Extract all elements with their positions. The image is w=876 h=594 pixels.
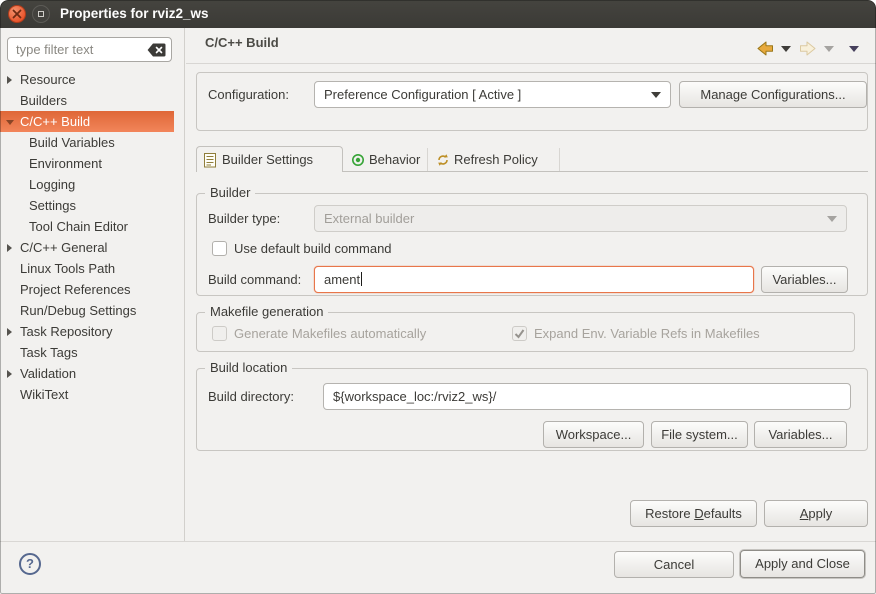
builder-type-label: Builder type: [208,205,280,232]
text-cursor [361,272,362,286]
build-location-legend: Build location [205,360,292,375]
expand-env-refs-label: Expand Env. Variable Refs in Makefiles [534,326,760,342]
configuration-label: Configuration: [208,81,289,108]
target-icon [351,153,365,170]
header-divider [186,63,876,64]
configuration-select[interactable]: Preference Configuration [ Active ] [314,81,671,108]
use-default-build-command-label: Use default build command [234,241,392,257]
apply-button[interactable]: Apply [764,500,868,527]
sidebar-item-task-repository[interactable]: Task Repository [0,321,174,342]
checkmark-icon [513,327,526,340]
footer-divider [0,541,876,542]
apply-and-close-button[interactable]: Apply and Close [740,550,865,578]
refresh-icon [436,153,450,170]
sidebar-item-cpp-build[interactable]: C/C++ Build [0,111,174,132]
build-command-label: Build command: [208,266,301,293]
page-title: C/C++ Build [205,35,279,50]
forward-arrow-icon [799,41,817,56]
sidebar-item-linux-tools-path[interactable]: Linux Tools Path [0,258,174,279]
use-default-build-command-checkbox[interactable] [212,241,227,256]
help-button[interactable]: ? [19,553,41,575]
sidebar-item-run-debug-settings[interactable]: Run/Debug Settings [0,300,174,321]
filter-clear-icon[interactable] [147,43,166,57]
sidebar-divider [184,28,185,541]
expand-env-refs-checkbox [512,326,527,341]
sidebar-item-cpp-general[interactable]: C/C++ General [0,237,174,258]
sidebar-item-wikitext[interactable]: WikiText [0,384,174,405]
back-arrow-icon [756,41,774,56]
makefile-generation-legend: Makefile generation [205,304,328,319]
generate-makefiles-checkbox [212,326,227,341]
workspace-button[interactable]: Workspace... [543,421,644,448]
build-directory-input[interactable]: ${workspace_loc:/rviz2_ws}/ [323,383,851,410]
nav-forward-button[interactable] [799,41,817,61]
dropdown-caret-icon [827,216,837,222]
restore-defaults-button[interactable]: Restore Defaults [630,500,757,527]
expand-arrow-icon[interactable] [6,237,16,258]
build-directory-variables-button[interactable]: Variables... [754,421,847,448]
sidebar-item-environment[interactable]: Environment [0,153,174,174]
forward-history-caret-icon[interactable] [824,46,834,52]
configuration-group: Configuration: Preference Configuration … [196,72,868,131]
collapse-arrow-icon[interactable] [6,111,16,132]
titlebar[interactable]: Properties for rviz2_ws [0,0,876,28]
sidebar-item-logging[interactable]: Logging [0,174,174,195]
sidebar-item-build-variables[interactable]: Build Variables [0,132,174,153]
expand-arrow-icon[interactable] [6,363,16,384]
build-location-group: Build location Build directory: ${worksp… [196,368,868,451]
builder-group: Builder Builder type: External builder U… [196,193,868,296]
tab-refresh-policy[interactable]: Refresh Policy [429,148,560,171]
window-restore-button[interactable] [32,5,50,23]
close-icon [12,9,22,19]
build-command-variables-button[interactable]: Variables... [761,266,848,293]
restore-icon [38,11,44,17]
cancel-button[interactable]: Cancel [614,551,734,578]
properties-dialog: Properties for rviz2_ws Resource Builder… [0,0,876,594]
builder-group-legend: Builder [205,185,255,200]
build-command-input[interactable]: ament [314,266,754,293]
file-system-button[interactable]: File system... [651,421,748,448]
window-title: Properties for rviz2_ws [60,0,209,28]
sidebar-item-task-tags[interactable]: Task Tags [0,342,174,363]
sidebar-item-resource[interactable]: Resource [0,69,174,90]
expand-arrow-icon[interactable] [6,321,16,342]
sidebar-item-tool-chain-editor[interactable]: Tool Chain Editor [0,216,174,237]
filter-box [7,37,172,62]
back-history-caret-icon[interactable] [781,46,791,52]
view-menu-caret-icon[interactable] [849,46,859,52]
sidebar-item-validation[interactable]: Validation [0,363,174,384]
dropdown-caret-icon [651,92,661,98]
build-directory-label: Build directory: [208,383,294,410]
question-mark-icon: ? [26,556,34,571]
filter-input[interactable] [16,39,142,60]
sidebar-item-project-references[interactable]: Project References [0,279,174,300]
generate-makefiles-label: Generate Makefiles automatically [234,326,426,342]
list-icon [204,153,217,171]
tab-builder-settings[interactable]: Builder Settings [196,146,343,172]
manage-configurations-button[interactable]: Manage Configurations... [679,81,867,108]
tab-behavior[interactable]: Behavior [344,148,428,171]
window-close-button[interactable] [8,5,26,23]
sidebar-item-settings[interactable]: Settings [0,195,174,216]
expand-arrow-icon[interactable] [6,69,16,90]
sidebar-item-builders[interactable]: Builders [0,90,174,111]
builder-type-select: External builder [314,205,847,232]
makefile-generation-group: Makefile generation Generate Makefiles a… [196,312,855,352]
nav-back-button[interactable] [756,41,774,61]
